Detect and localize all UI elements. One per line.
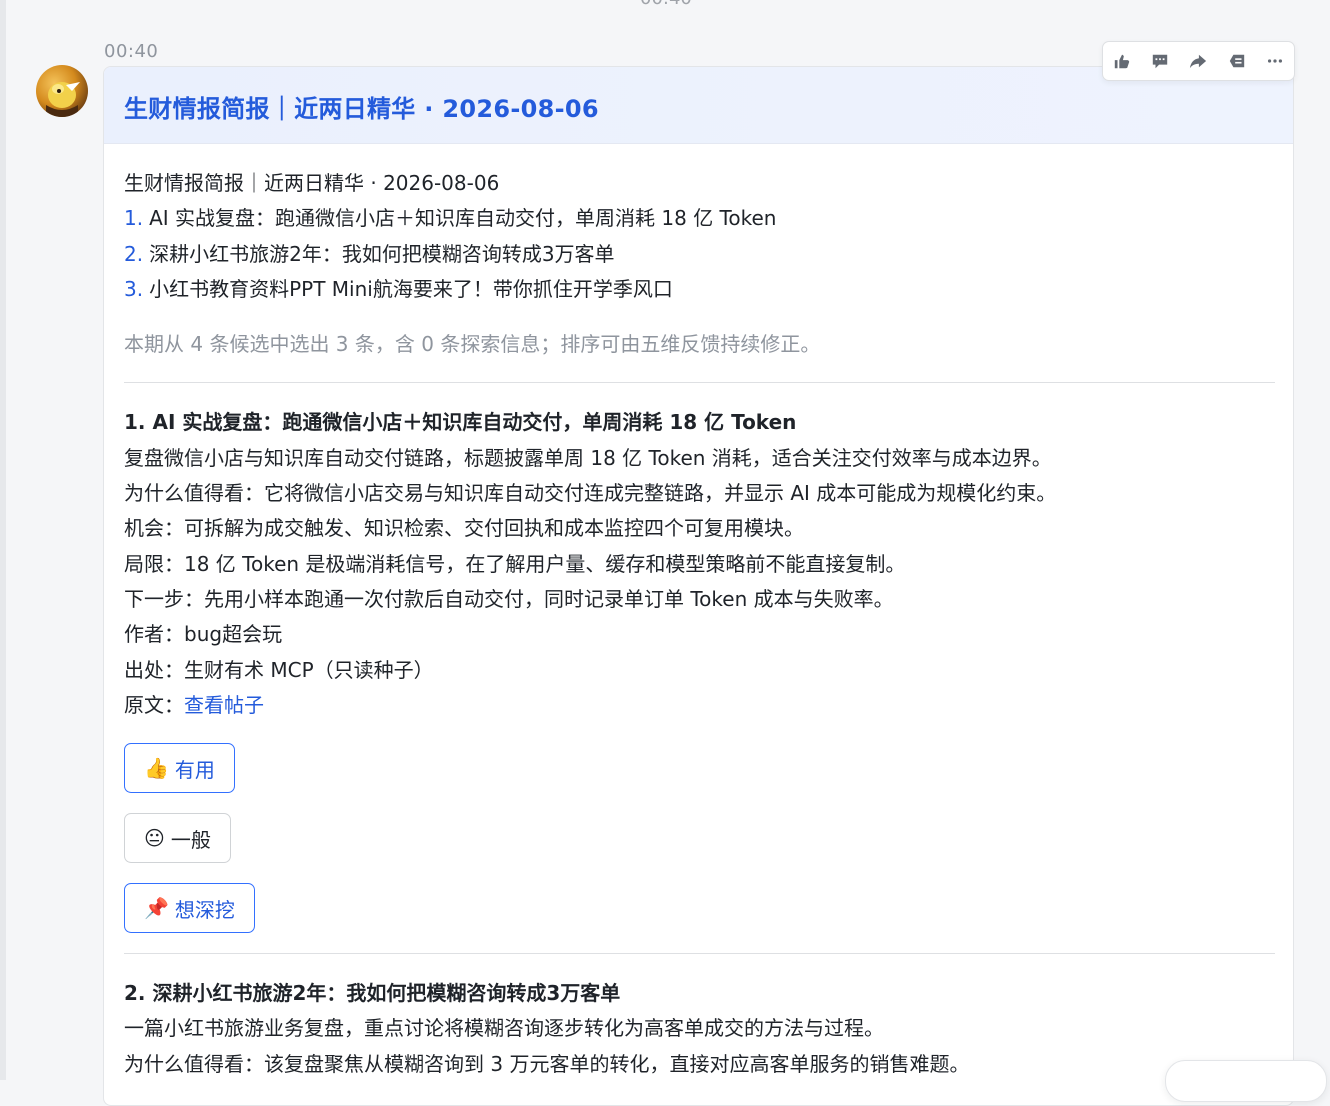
original-label: 原文：: [124, 692, 184, 717]
new-message-pill[interactable]: [1165, 1060, 1327, 1102]
message-timestamp: 00:40: [104, 41, 159, 62]
item1-original: 原文：查看帖子: [124, 688, 1275, 723]
useful-button[interactable]: 👍 有用: [124, 743, 235, 794]
thumbs-up-icon[interactable]: [1107, 46, 1137, 76]
card-body: 生财情报简报｜近两日精华 · 2026-08-06 1. AI 实战复盘：跑通微信…: [104, 144, 1293, 1082]
average-button[interactable]: 😐 一般: [124, 813, 231, 864]
summary-list: 1. AI 实战复盘：跑通微信小店＋知识库自动交付，单周消耗 18 亿 Token…: [124, 201, 1275, 307]
dig-deeper-button[interactable]: 📌 想深挖: [124, 883, 255, 934]
list-item-text: AI 实战复盘：跑通微信小店＋知识库自动交付，单周消耗 18 亿 Token: [149, 206, 777, 231]
message-toolbar: [1102, 41, 1295, 81]
useful-button-label: 有用: [174, 757, 215, 782]
item1-author: 作者：bug超会玩: [124, 622, 283, 647]
list-item-number: 2.: [124, 241, 144, 266]
view-post-link[interactable]: 查看帖子: [184, 693, 264, 717]
list-item: 1. AI 实战复盘：跑通微信小店＋知识库自动交付，单周消耗 18 亿 Token: [124, 201, 1275, 236]
item2-why: 为什么值得看：该复盘聚焦从模糊咨询到 3 万元客单的转化，直接对应高客单服务的销…: [124, 1051, 970, 1076]
list-item: 3. 小红书教育资料PPT Mini航海要来了！带你抓住开学季风口: [124, 272, 1275, 307]
forward-icon[interactable]: [1183, 46, 1213, 76]
list-item-text: 深耕小红书旅游2年：我如何把模糊咨询转成3万客单: [149, 241, 615, 266]
comment-icon[interactable]: [1145, 46, 1175, 76]
item1-source: 出处：生财有术 MCP（只读种子）: [124, 657, 434, 682]
divider: [124, 382, 1275, 384]
item1-summary: 复盘微信小店与知识库自动交付链路，标题披露单周 18 亿 Token 消耗，适合…: [124, 445, 1052, 470]
selection-note: 本期从 4 条候选中选出 3 条，含 0 条探索信息；排序可由五维反馈持续修正。: [124, 332, 821, 357]
item2-title: 2. 深耕小红书旅游2年：我如何把模糊咨询转成3万客单: [124, 981, 621, 1006]
avatar[interactable]: [36, 65, 88, 117]
pin-icon[interactable]: [1222, 46, 1252, 76]
pushpin-icon: 📌: [144, 896, 169, 921]
dig-deeper-button-label: 想深挖: [174, 897, 235, 922]
list-item-text: 小红书教育资料PPT Mini航海要来了！带你抓住开学季风口: [149, 276, 673, 301]
item1-limitation: 局限：18 亿 Token 是极端消耗信号，在了解用户量、缓存和模型策略前不能直…: [124, 551, 906, 576]
list-item-number: 1.: [124, 206, 144, 231]
left-rail: [0, 0, 6, 1080]
avatar-image-icon: [46, 82, 80, 117]
thumbs-up-icon: 👍: [144, 756, 169, 781]
list-item: 2. 深耕小红书旅游2年：我如何把模糊咨询转成3万客单: [124, 237, 1275, 272]
item1-why: 为什么值得看：它将微信小店交易与知识库自动交付连成完整链路，并显示 AI 成本可…: [124, 481, 1057, 506]
neutral-face-icon: 😐: [144, 826, 165, 851]
summary-title: 生财情报简报｜近两日精华 · 2026-08-06: [124, 171, 500, 195]
list-item-number: 3.: [124, 276, 144, 301]
more-icon[interactable]: [1260, 46, 1290, 76]
item2-summary: 一篇小红书旅游业务复盘，重点讨论将模糊咨询逐步转化为高客单成交的方法与过程。: [124, 1016, 884, 1041]
item1-opportunity: 机会：可拆解为成交触发、知识检索、交付回执和成本监控四个可复用模块。: [124, 516, 804, 541]
divider: [124, 953, 1275, 955]
card-title: 生财情报简报｜近两日精华 · 2026-08-06: [124, 95, 599, 123]
average-button-label: 一般: [170, 827, 211, 852]
message-card: 生财情报简报｜近两日精华 · 2026-08-06 生财情报简报｜近两日精华 ·…: [103, 66, 1294, 1106]
previous-timestamp: 00:40: [640, 0, 692, 9]
item1-next-step: 下一步：先用小样本跑通一次付款后自动交付，同时记录单订单 Token 成本与失败…: [124, 586, 894, 611]
item1-title: 1. AI 实战复盘：跑通微信小店＋知识库自动交付，单周消耗 18 亿 Toke…: [124, 410, 797, 435]
